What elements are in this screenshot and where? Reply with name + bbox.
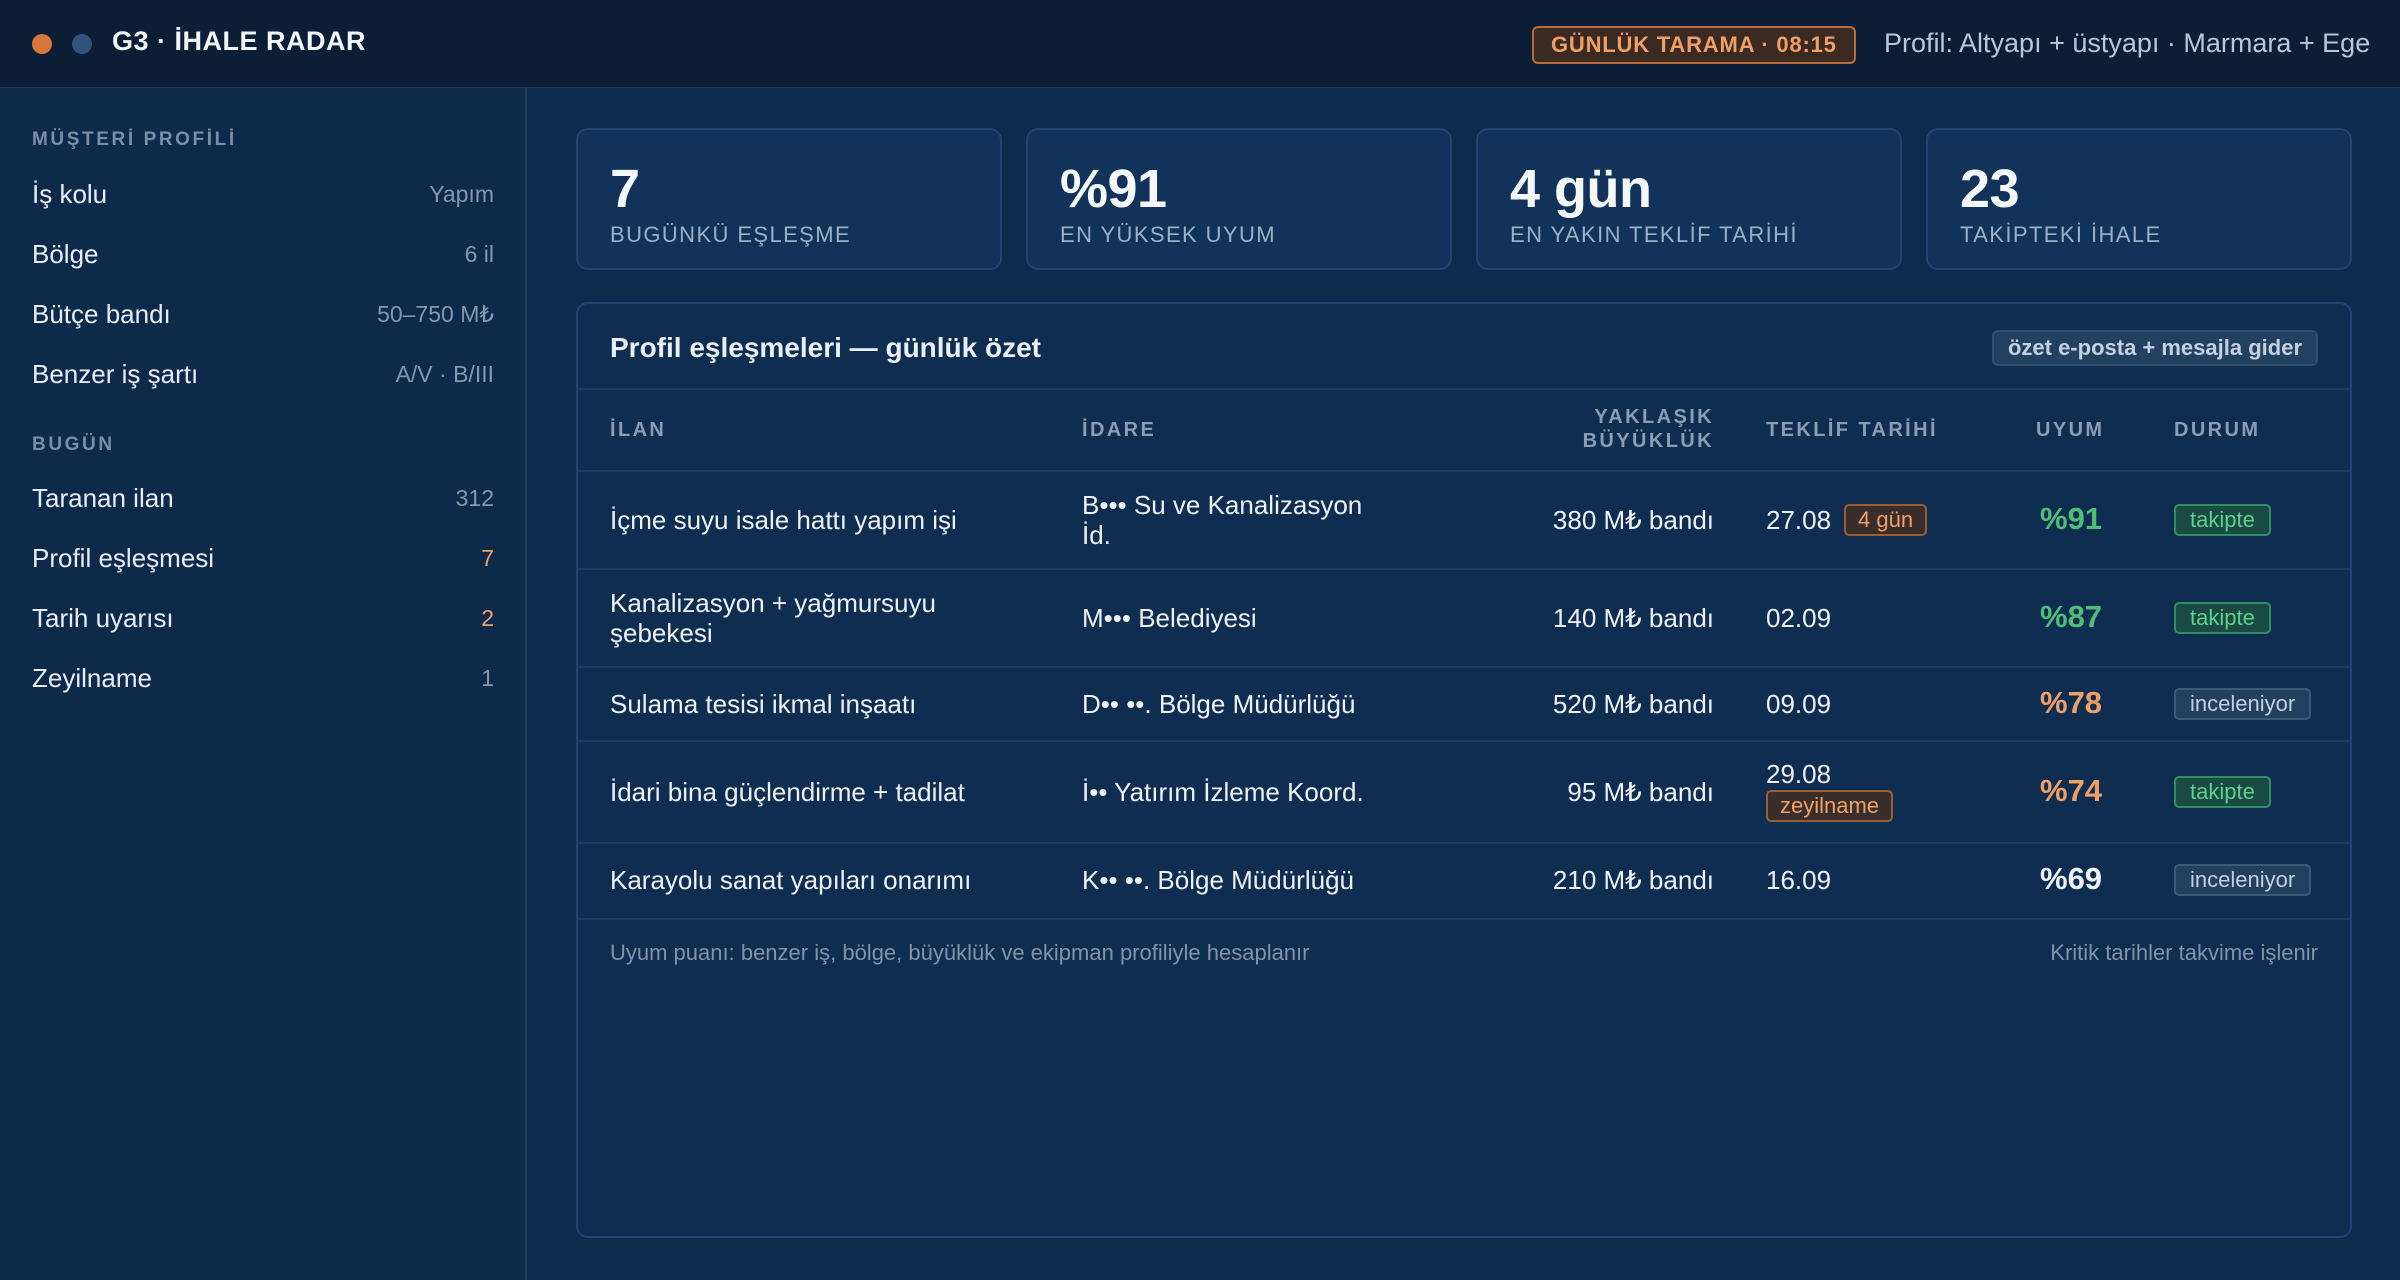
app-title: G3 · İHALE RADAR — [112, 26, 367, 56]
sidebar-row-value: 1 — [481, 664, 494, 691]
sidebar-row-value: A/V · B/III — [395, 360, 494, 387]
column-header-idare[interactable]: İDARE — [1082, 418, 1156, 442]
cell-date: 02.09 — [1766, 603, 1832, 633]
sidebar-row-label: Benzer iş şartı — [32, 358, 199, 389]
sidebar-row-label: Zeyilname — [32, 662, 152, 693]
divider — [578, 568, 2350, 570]
sidebar-row-label: Profil eşleşmesi — [32, 542, 215, 573]
days-left-chip: 4 gün — [1844, 504, 1928, 536]
status-badge[interactable]: inceleniyor — [2174, 864, 2312, 896]
sidebar-row-value: 6 il — [464, 240, 494, 267]
sidebar-row-butce: Bütçe bandı 50–750 M₺ — [32, 294, 494, 334]
cell-ilan: İdari bina güçlendirme + tadilat — [610, 777, 965, 807]
stat-value: 23 — [1960, 159, 2020, 219]
sidebar-row-label: Bütçe bandı — [32, 298, 171, 329]
sidebar-row-bolge: Bölge 6 il — [32, 234, 494, 274]
cell-ilan: Kanalizasyon + yağmursuyu — [610, 588, 936, 618]
cell-date: 16.09 — [1766, 865, 1832, 895]
cell-idare: D•• ••. Bölge Müdürlüğü — [1082, 689, 1356, 719]
sidebar-row-label: İş kolu — [32, 178, 108, 209]
sidebar-row-eslesme: Profil eşleşmesi 7 — [32, 538, 494, 578]
cell-size: 140 M₺ bandı — [1552, 603, 1714, 633]
cell-uyum: %78 — [2040, 685, 2103, 720]
sidebar-row-value: Yapım — [429, 180, 494, 207]
panel-title: Profil eşleşmeleri — günlük özet — [610, 332, 1042, 363]
stat-value: %91 — [1060, 159, 1167, 219]
stat-label: EN YÜKSEK UYUM — [1060, 222, 1277, 247]
sidebar-row-value: 2 — [481, 604, 494, 631]
cell-ilan: Sulama tesisi ikmal inşaatı — [610, 689, 917, 719]
divider — [578, 470, 2350, 472]
column-header-size[interactable]: YAKLAŞIK BÜYÜKLÜK — [1583, 405, 1714, 453]
stat-card-top-fit: %91 EN YÜKSEK UYUM — [1026, 128, 1452, 270]
column-header-size-line: BÜYÜKLÜK — [1582, 430, 1714, 452]
column-header-ilan[interactable]: İLAN — [610, 418, 666, 442]
status-badge[interactable]: takipte — [2174, 602, 2271, 634]
column-header-uyum[interactable]: UYUM — [2036, 418, 2105, 442]
divider — [578, 388, 2350, 390]
sidebar-row-tarih-uyarisi: Tarih uyarısı 2 — [32, 598, 494, 638]
sidebar-row-is-kolu: İş kolu Yapım — [32, 174, 494, 214]
window-close-dot[interactable] — [32, 34, 52, 54]
cell-size: 380 M₺ bandı — [1552, 505, 1714, 535]
cell-uyum: %69 — [2040, 861, 2103, 896]
divider — [578, 666, 2350, 668]
cell-idare: K•• ••. Bölge Müdürlüğü — [1082, 865, 1354, 895]
stat-label: EN YAKIN TEKLİF TARİHİ — [1510, 222, 1798, 247]
cell-size: 520 M₺ bandı — [1552, 689, 1714, 719]
stat-label: BUGÜNKÜ EŞLEŞME — [610, 222, 852, 247]
calendar-note: Kritik tarihler takvime işlenir — [2050, 940, 2318, 965]
cell-ilan: İçme suyu isale hattı yapım işi — [610, 505, 957, 535]
cell-date: 27.08 — [1766, 505, 1832, 535]
status-badge[interactable]: inceleniyor — [2174, 688, 2312, 720]
cell-ilan-line2: şebekesi — [610, 618, 713, 648]
sidebar-row-taranan: Taranan ilan 312 — [32, 478, 494, 518]
section-heading-profile: MÜŞTERİ PROFİLİ — [32, 129, 237, 150]
stat-value: 4 gün — [1510, 159, 1652, 219]
section-heading-today: BUGÜN — [32, 434, 115, 455]
stat-label: TAKİPTEKİ İHALE — [1960, 222, 2162, 247]
matches-panel: Profil eşleşmeleri — günlük özet özet e-… — [576, 302, 2352, 1238]
sidebar-row-benzer-is: Benzer iş şartı A/V · B/III — [32, 354, 494, 394]
window-minimize-dot[interactable] — [72, 34, 92, 54]
cell-idare: M••• Belediyesi — [1082, 603, 1257, 633]
cell-idare: İ•• Yatırım İzleme Koord. — [1082, 777, 1364, 807]
sidebar-row-label: Taranan ilan — [32, 482, 174, 513]
cell-date: 29.08 — [1766, 759, 1832, 789]
stat-value: 7 — [610, 159, 640, 219]
status-badge[interactable]: takipte — [2174, 504, 2271, 536]
sidebar-row-value: 312 — [455, 484, 494, 511]
daily-scan-badge: GÜNLÜK TARAMA · 08:15 — [1532, 26, 1856, 64]
cell-uyum: %87 — [2040, 599, 2103, 634]
stat-card-nearest-deadline: 4 gün EN YAKIN TEKLİF TARİHİ — [1476, 128, 1902, 270]
column-header-status[interactable]: DURUM — [2174, 418, 2260, 442]
cell-ilan: Karayolu sanat yapıları onarımı — [610, 865, 972, 895]
divider — [578, 918, 2350, 920]
sidebar: MÜŞTERİ PROFİLİ İş kolu Yapım Bölge 6 il… — [0, 88, 527, 1280]
top-bar: G3 · İHALE RADAR GÜNLÜK TARAMA · 08:15 P… — [0, 0, 2400, 88]
cell-uyum: %74 — [2040, 773, 2103, 808]
stat-card-matches: 7 BUGÜNKÜ EŞLEŞME — [576, 128, 1002, 270]
cell-uyum: %91 — [2040, 501, 2103, 536]
sidebar-row-label: Bölge — [32, 238, 99, 269]
profile-summary: Profil: Altyapı + üstyapı · Marmara + Eg… — [1884, 28, 2371, 58]
sidebar-row-value: 7 — [481, 544, 494, 571]
cell-size: 95 M₺ bandı — [1567, 777, 1714, 807]
column-header-date[interactable]: TEKLİF TARİHİ — [1766, 418, 1938, 442]
digest-delivery-badge: özet e-posta + mesajla gider — [1991, 330, 2318, 366]
sidebar-row-label: Tarih uyarısı — [32, 602, 174, 633]
sidebar-row-zeyilname: Zeyilname 1 — [32, 658, 494, 698]
stat-card-tracked: 23 TAKİPTEKİ İHALE — [1926, 128, 2352, 270]
column-header-size-line: YAKLAŞIK — [1594, 406, 1714, 428]
addendum-chip: zeyilname — [1766, 790, 1894, 822]
sidebar-row-value: 50–750 M₺ — [377, 300, 494, 327]
cell-idare: B••• Su ve Kanalizasyon — [1082, 490, 1363, 520]
status-badge[interactable]: takipte — [2174, 776, 2271, 808]
cell-date: 09.09 — [1766, 689, 1832, 719]
cell-size: 210 M₺ bandı — [1552, 865, 1714, 895]
cell-idare-line2: İd. — [1082, 520, 1111, 550]
fit-score-note: Uyum puanı: benzer iş, bölge, büyüklük v… — [610, 940, 1310, 965]
divider — [578, 842, 2350, 844]
divider — [578, 740, 2350, 742]
